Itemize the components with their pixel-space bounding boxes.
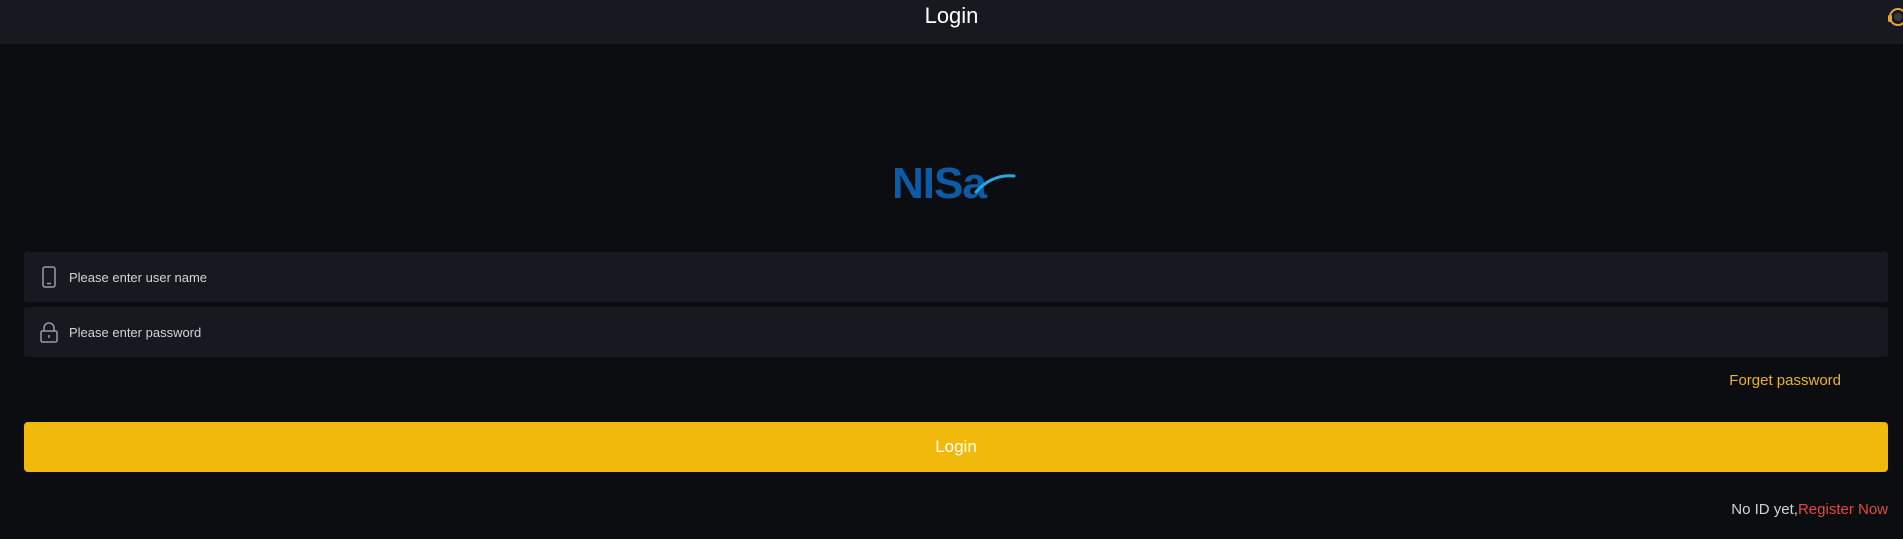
register-prompt: No ID yet,Register Now xyxy=(1731,501,1888,519)
logo-text: NISa xyxy=(892,160,987,202)
lock-icon xyxy=(40,322,58,343)
username-field[interactable] xyxy=(24,252,1888,302)
password-input[interactable] xyxy=(69,307,1888,357)
phone-icon xyxy=(42,266,56,288)
page-title: Login xyxy=(924,3,979,28)
username-input[interactable] xyxy=(69,252,1888,302)
register-prefix-text: No ID yet, xyxy=(1731,501,1798,518)
register-now-link[interactable]: Register Now xyxy=(1798,501,1888,518)
top-bar: Login xyxy=(0,0,1903,44)
forgot-password-link[interactable]: Forget password xyxy=(1729,372,1841,390)
login-button[interactable]: Login xyxy=(24,422,1888,472)
password-field[interactable] xyxy=(24,307,1888,357)
customer-service-icon[interactable] xyxy=(1887,6,1903,28)
nisa-logo: NISa xyxy=(892,160,1016,202)
